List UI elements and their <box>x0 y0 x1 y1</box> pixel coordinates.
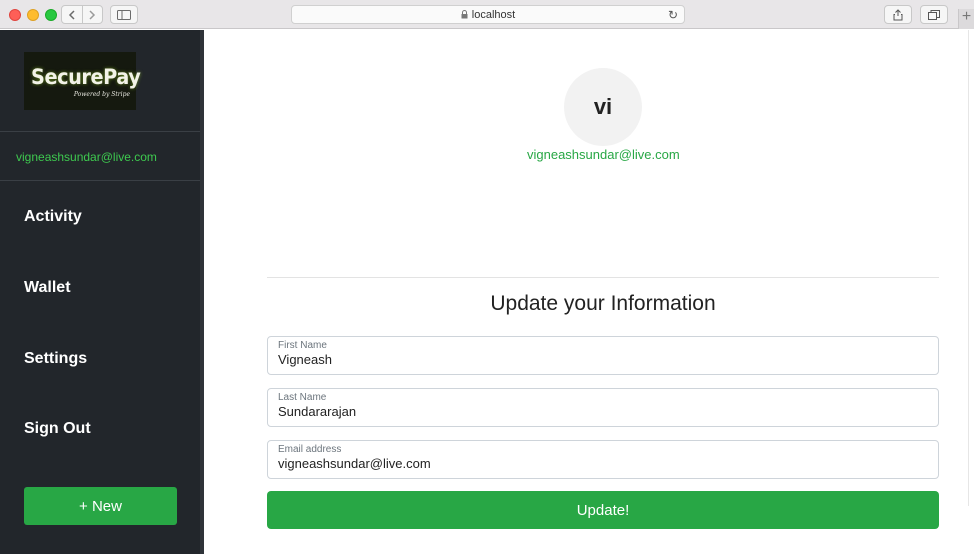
email-field[interactable]: Email address vigneashsundar@live.com <box>267 440 939 479</box>
logo-wordmark: SecurePay <box>31 64 141 89</box>
logo-tagline: Powered by Stripe <box>73 90 130 98</box>
first-name-label: First Name <box>278 340 327 351</box>
browser-toolbar: localhost ↻ + <box>0 0 974 29</box>
last-name-value[interactable]: Sundararajan <box>278 404 928 419</box>
back-button[interactable] <box>62 6 82 23</box>
sidebar-item-sign-out[interactable]: Sign Out <box>24 420 91 438</box>
sidebar-item-wallet[interactable]: Wallet <box>24 279 71 297</box>
url-text: localhost <box>471 8 516 21</box>
new-tab-icon[interactable]: + <box>958 9 974 29</box>
close-window-icon[interactable] <box>9 9 21 21</box>
first-name-value[interactable]: Vigneash <box>278 352 928 367</box>
email-value[interactable]: vigneashsundar@live.com <box>278 456 928 471</box>
share-icon <box>893 8 903 20</box>
forward-button[interactable] <box>81 6 103 23</box>
sidebar-item-activity[interactable]: Activity <box>24 208 82 226</box>
address-bar[interactable]: localhost ↻ <box>291 5 685 24</box>
sidebar-divider <box>0 131 200 132</box>
sidebar-divider <box>0 180 200 181</box>
sidebar-item-settings[interactable]: Settings <box>24 350 87 368</box>
tab-overview-button[interactable] <box>920 5 948 24</box>
first-name-field[interactable]: First Name Vigneash <box>267 336 939 375</box>
avatar: vi <box>564 68 642 146</box>
chevron-left-icon <box>68 9 75 20</box>
update-button[interactable]: Update! <box>267 491 939 529</box>
main-content: vi vigneashsundar@live.com Update your I… <box>204 30 974 554</box>
profile-email: vigneashsundar@live.com <box>527 147 680 162</box>
tabs-icon <box>928 9 940 20</box>
reload-icon[interactable]: ↻ <box>668 8 678 22</box>
page-scrollbar[interactable] <box>968 30 974 506</box>
section-divider <box>267 277 939 278</box>
sidebar-toggle-button[interactable] <box>110 5 138 24</box>
history-nav <box>61 5 103 24</box>
email-label: Email address <box>278 444 342 455</box>
last-name-field[interactable]: Last Name Sundararajan <box>267 388 939 427</box>
zoom-window-icon[interactable] <box>45 9 57 21</box>
form-title: Update your Information <box>490 292 716 315</box>
minimize-window-icon[interactable] <box>27 9 39 21</box>
new-button[interactable]: + New <box>24 487 177 525</box>
last-name-label: Last Name <box>278 392 327 403</box>
lock-icon <box>461 10 468 19</box>
chevron-right-icon <box>89 9 96 20</box>
sidebar: SecurePay Powered by Stripe vigneashsund… <box>0 30 204 554</box>
securepay-logo[interactable]: SecurePay Powered by Stripe <box>24 52 141 110</box>
share-button[interactable] <box>884 5 912 24</box>
sidebar-user-email: vigneashsundar@live.com <box>16 150 157 164</box>
sidebar-icon <box>117 9 131 20</box>
